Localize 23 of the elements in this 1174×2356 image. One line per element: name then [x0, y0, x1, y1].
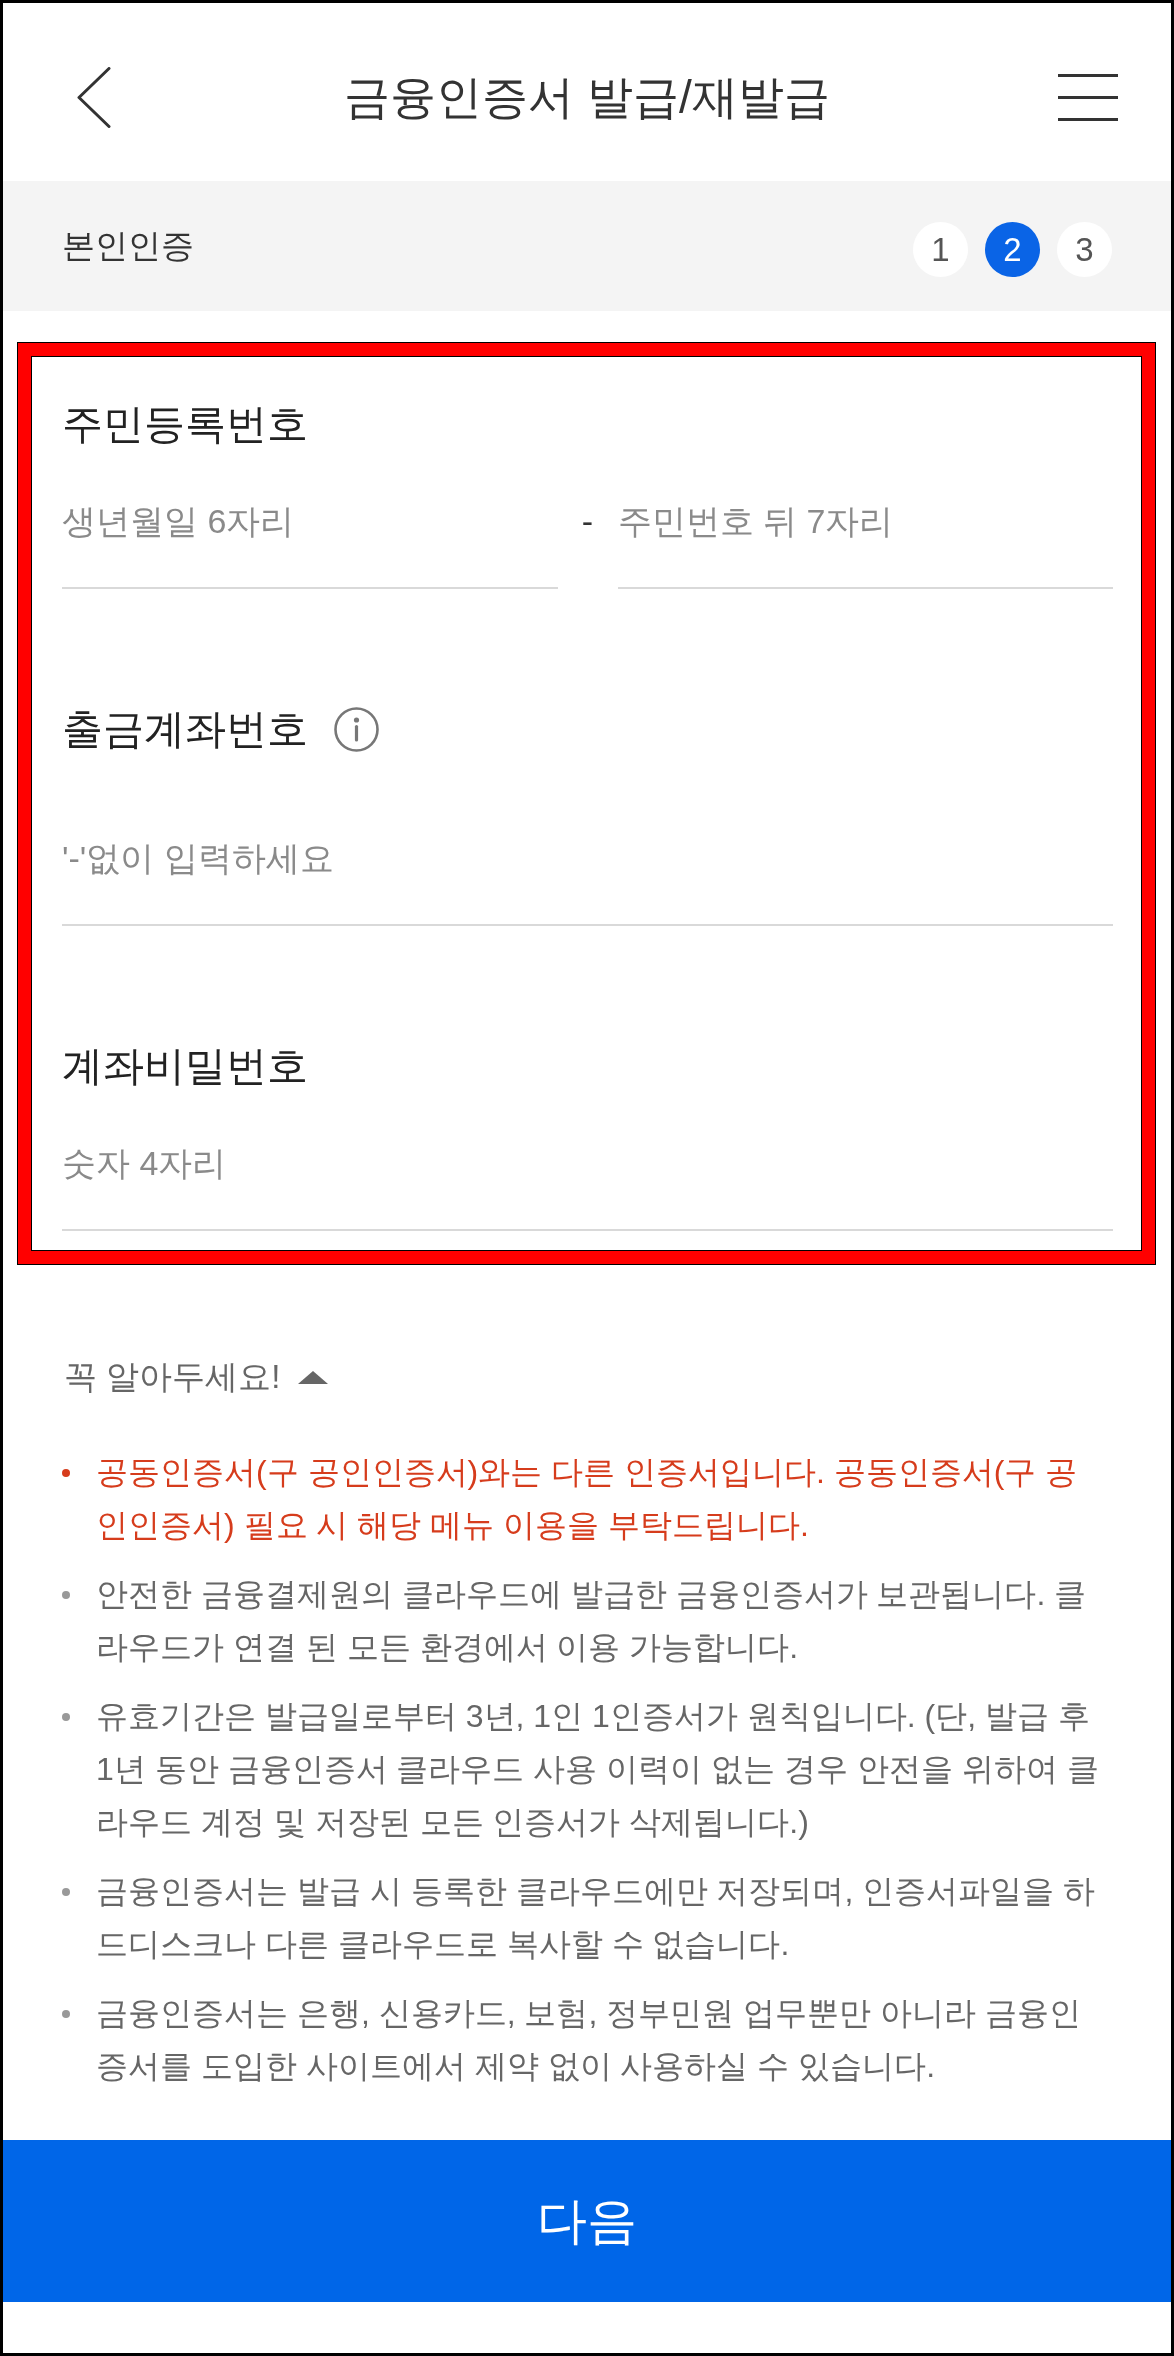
notice-text: 금융인증서는 발급 시 등록한 클라우드에만 저장되며, 인증서파일을 하드디스크나 다른 클라우드로 복사할 수 없습니다.: [96, 1872, 1097, 1964]
notice-text: 안전한 금융결제원의 클라우드에 발급한 금융인증서가 보관됩니다. 클라우드가 연결 된 모든 환경에서 이용 가능합니다.: [96, 1575, 1088, 1667]
field-label: 계좌비밀번호: [62, 1042, 308, 1091]
notice-text: 금융인증서는 은행, 신용카드, 보험, 정부민원 업무뿐만 아니라 금융인증서를 도입한 사이트에서 제약 없이 사용하실 수 있습니다.: [96, 1994, 1082, 2086]
next-button[interactable]: 다음: [3, 2140, 1171, 2302]
field-label: 주민등록번호: [62, 400, 308, 449]
input-field[interactable]: 생년월일 6자리: [62, 488, 558, 589]
info-icon[interactable]: [334, 706, 379, 752]
step-indicator: 3: [1057, 221, 1112, 277]
notice-toggle[interactable]: 꼭 알아두세요!: [64, 1352, 329, 1402]
step-indicator: 1: [913, 221, 968, 277]
field-label: 출금계좌번호: [62, 705, 308, 754]
page-title: 금융인증서 발급/재발급: [344, 70, 830, 125]
menu-icon[interactable]: [1058, 73, 1118, 121]
notice-text: 유효기간은 발급일로부터 3년, 1인 1인증서가 원칙입니다. (단, 발급 후 1년 동안 금융인증서 클라우드 사용 이력이 없는 경우 안전을 위하여 클라우드 계정 및 저장된 모든 인증서가 삭제됩니다.): [96, 1697, 1100, 1842]
separator: -: [580, 501, 595, 542]
input-field[interactable]: 숫자 4자리: [62, 1130, 1113, 1231]
notice-text: 공동인증서(구 공인인증서)와는 다른 인증서입니다. 공동인증서(구 공인인증서) 필요 시 해당 메뉴 이용을 부탁드립니다.: [96, 1453, 1079, 1545]
input-field[interactable]: 주민번호 뒤 7자리: [617, 488, 1113, 589]
section-title: 본인인증: [62, 226, 194, 266]
step-indicator: 2: [985, 221, 1040, 277]
input-field[interactable]: '-'없이 입력하세요: [62, 825, 1113, 926]
back-icon[interactable]: [77, 66, 111, 128]
